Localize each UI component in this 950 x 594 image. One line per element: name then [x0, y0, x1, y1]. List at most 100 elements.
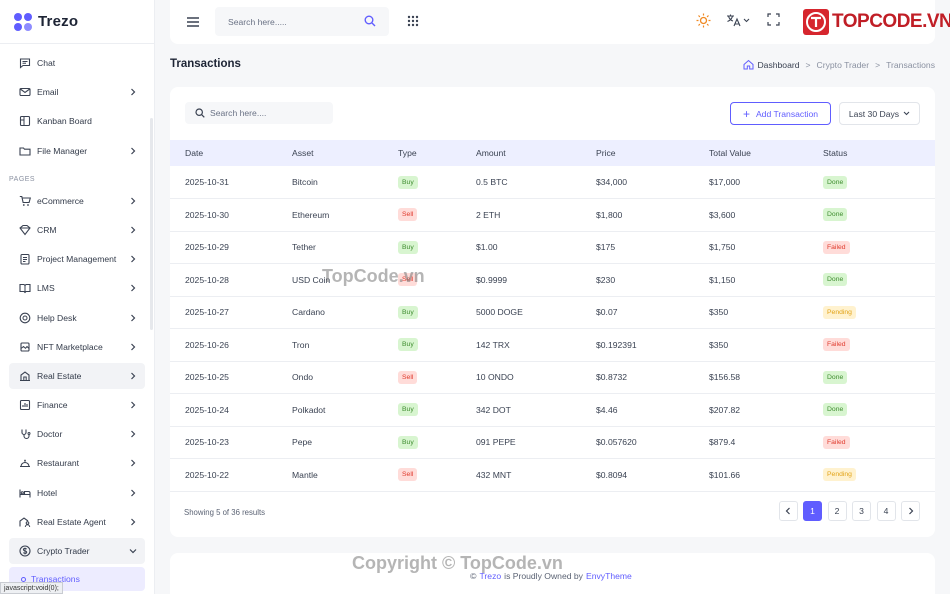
page-button-4[interactable]: 4 [876, 501, 896, 521]
cell-date: 2025-10-25 [170, 361, 292, 394]
folder-icon [19, 145, 31, 157]
sidebar-item-nft-marketplace[interactable]: NFT Marketplace [9, 334, 145, 360]
chevron-right-icon [127, 224, 139, 236]
sidebar-item-kanban-board[interactable]: Kanban Board [9, 108, 145, 134]
column-header-amount[interactable]: Amount [476, 140, 596, 166]
cell-date: 2025-10-26 [170, 328, 292, 362]
sidebar-item-lms[interactable]: LMS [9, 275, 145, 301]
date-range-dropdown[interactable]: Last 30 Days [839, 102, 920, 125]
table-row[interactable]: 2025-10-27 Cardano Buy 5000 DOGE $0.07 $350 Pe… [170, 296, 935, 329]
topcode-logo-text: TOPCODE.VN [832, 11, 950, 32]
language-selector[interactable] [726, 13, 750, 29]
sidebar-item-doctor[interactable]: Doctor [9, 421, 145, 447]
cell-total: $1,750 [709, 231, 823, 264]
chat-icon [19, 57, 31, 69]
cell-type: Buy [398, 166, 476, 199]
breadcrumb-dashboard[interactable]: Dashboard [743, 59, 800, 70]
table-row[interactable]: 2025-10-29 Tether Buy $1.00 $175 $1,750 Failed [170, 231, 935, 264]
column-header-total-value[interactable]: Total Value [709, 140, 823, 166]
pagination: 1234 [773, 501, 920, 521]
cell-status: Done [823, 166, 935, 199]
cell-asset: Tether [292, 231, 398, 264]
sidebar-item-file-manager[interactable]: File Manager [9, 138, 145, 164]
chevron-right-icon [127, 370, 139, 382]
apps-grid-icon[interactable] [407, 15, 419, 29]
chevron-right-icon [127, 86, 139, 98]
sidebar-item-project-management[interactable]: Project Management [9, 246, 145, 272]
agent-icon [19, 516, 31, 528]
table-row[interactable]: 2025-10-24 Polkadot Buy 342 DOT $4.46 $207.82… [170, 393, 935, 427]
footer-brand-link[interactable]: Trezo [480, 571, 502, 581]
footer-owner-link[interactable]: EnvyTheme [586, 571, 632, 581]
cell-date: 2025-10-31 [170, 166, 292, 199]
sidebar-item-crm[interactable]: CRM [9, 217, 145, 243]
menu-toggle-icon[interactable] [186, 15, 200, 29]
chevron-right-icon [127, 457, 139, 469]
page-button-2[interactable]: 2 [827, 501, 847, 521]
cell-type: Buy [398, 231, 476, 264]
translate-icon [726, 13, 741, 29]
theme-toggle-icon[interactable] [696, 13, 711, 28]
cell-amount: 0.5 BTC [476, 166, 596, 199]
brand[interactable]: Trezo [0, 0, 154, 44]
chevron-right-icon [127, 399, 139, 411]
type-badge: Buy [398, 240, 418, 254]
sidebar-item-real-estate-agent[interactable]: Real Estate Agent [9, 509, 145, 535]
column-header-asset[interactable]: Asset [292, 140, 398, 166]
sidebar-item-hotel[interactable]: Hotel [9, 480, 145, 506]
sidebar-section-pages: PAGES [9, 175, 36, 183]
column-header-status[interactable]: Status [823, 140, 935, 166]
column-header-date[interactable]: Date [170, 140, 292, 166]
cell-price: $0.192391 [596, 328, 709, 362]
table-row[interactable]: 2025-10-31 Bitcoin Buy 0.5 BTC $34,000 $17,00… [170, 166, 935, 199]
column-header-price[interactable]: Price [596, 140, 709, 166]
breadcrumb-separator: > [805, 59, 811, 70]
cell-asset: Ondo [292, 361, 398, 394]
prev-page-button[interactable] [778, 501, 798, 521]
table-row[interactable]: 2025-10-26 Tron Buy 142 TRX $0.192391 $350 Fai… [170, 328, 935, 362]
table-row[interactable]: 2025-10-28 USD Coin Sell $0.9999 $230 $1,150 D… [170, 263, 935, 297]
table-search [185, 102, 333, 124]
sidebar-item-chat[interactable]: Chat [9, 50, 145, 76]
sidebar-scrollbar[interactable] [150, 118, 153, 330]
chevron-right-icon [127, 341, 139, 353]
sidebar-item-help-desk[interactable]: Help Desk [9, 305, 145, 331]
sidebar-item-restaurant[interactable]: Restaurant [9, 450, 145, 476]
sidebar-item-email[interactable]: Email [9, 79, 145, 105]
table-header-row: Date Asset Type Amount Price Total Value… [170, 140, 935, 166]
header-search-input[interactable] [228, 16, 358, 27]
table-row[interactable]: 2025-10-22 Mantle Sell 432 MNT $0.8094 $101.6… [170, 458, 935, 492]
sidebar-item-label: NFT Marketplace [37, 341, 103, 352]
status-badge: Pending [823, 305, 856, 319]
search-icon[interactable] [364, 15, 376, 29]
cell-total: $350 [709, 296, 823, 329]
crm-icon [19, 224, 31, 236]
sidebar-item-crypto-trader[interactable]: Crypto Trader [9, 538, 145, 564]
sidebar-item-ecommerce[interactable]: eCommerce [9, 188, 145, 214]
sidebar-item-finance[interactable]: Finance [9, 392, 145, 418]
cell-status: Done [823, 263, 935, 297]
status-badge: Done [823, 370, 848, 384]
fullscreen-icon[interactable] [767, 13, 780, 26]
table-search-input[interactable] [210, 108, 330, 118]
page-button-3[interactable]: 3 [852, 501, 871, 521]
chevron-left-icon [785, 507, 790, 515]
chevron-right-icon [127, 195, 139, 207]
table-row[interactable]: 2025-10-30 Ethereum Sell 2 ETH $1,800 $3,600 D… [170, 198, 935, 232]
cell-type: Buy [398, 426, 476, 459]
table-row[interactable]: 2025-10-25 Ondo Sell 10 ONDO $0.8732 $156.58 D… [170, 361, 935, 394]
dollar-icon [19, 545, 31, 557]
sidebar-item-label: Chat [37, 58, 56, 68]
brand-name: Trezo [38, 13, 79, 30]
add-transaction-button[interactable]: + Add Transaction [730, 102, 831, 125]
page-button-1[interactable]: 1 [803, 501, 822, 521]
breadcrumb-crypto-trader[interactable]: Crypto Trader [817, 60, 870, 70]
sidebar-item-real-estate[interactable]: Real Estate [9, 362, 145, 389]
chevron-right-icon [127, 145, 139, 157]
table-row[interactable]: 2025-10-23 Pepe Buy 091 PEPE $0.057620 $879.4… [170, 426, 935, 459]
cell-asset: Polkadot [292, 393, 398, 427]
type-badge: Sell [398, 273, 418, 287]
next-page-button[interactable] [901, 501, 920, 521]
project-icon [19, 253, 31, 265]
column-header-type[interactable]: Type [398, 140, 476, 166]
